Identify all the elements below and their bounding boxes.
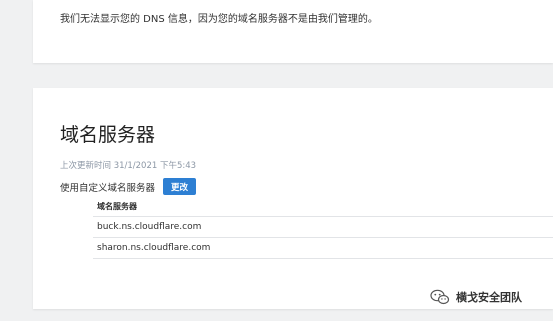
watermark-text: 横戈安全团队 [456, 291, 522, 304]
last-updated-timestamp: 上次更新时间 31/1/2021 下午5:43 [60, 161, 197, 171]
watermark: 横戈安全团队 [430, 289, 522, 305]
dns-unavailable-message: 我们无法显示您的 DNS 信息，因为您的域名服务器不是由我们管理的。 [60, 14, 378, 25]
page: 我们无法显示您的 DNS 信息，因为您的域名服务器不是由我们管理的。 域名服务器… [0, 0, 553, 321]
section-title: 域名服务器 [60, 124, 156, 146]
table-header: 域名服务器 [93, 197, 553, 217]
change-button[interactable]: 更改 [163, 178, 197, 195]
custom-nameserver-row: 使用自定义域名服务器 更改 [60, 178, 197, 195]
table-row: buck.ns.cloudflare.com [93, 217, 553, 238]
custom-nameserver-label: 使用自定义域名服务器 [60, 182, 156, 194]
nameserver-table: 域名服务器 buck.ns.cloudflare.com sharon.ns.c… [93, 197, 553, 259]
table-row: sharon.ns.cloudflare.com [93, 238, 553, 259]
wechat-icon [430, 289, 450, 305]
